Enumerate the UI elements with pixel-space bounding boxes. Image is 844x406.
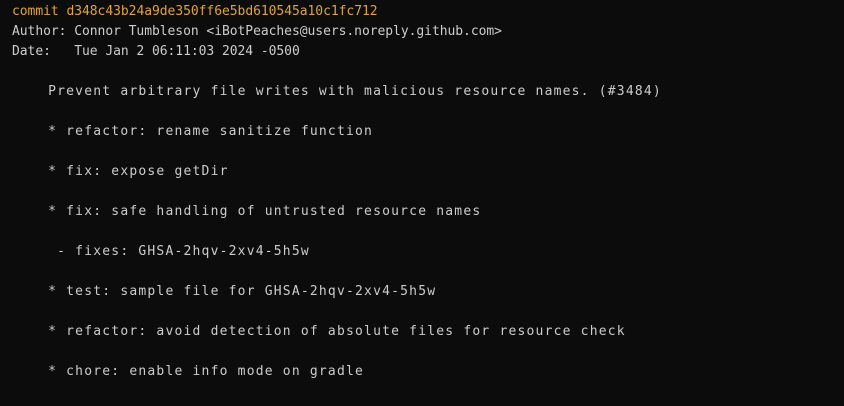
commit-line: commit d348c43b24a9de350ff6e5bd610545a10… bbox=[12, 2, 378, 22]
message-line: * test: sample file for GHSA-2hqv-2xv4-5… bbox=[12, 284, 437, 299]
message-line: * refactor: rename sanitize function bbox=[12, 124, 374, 139]
message-line: * fix: expose getDir bbox=[12, 164, 229, 179]
commit-hash: d348c43b24a9de350ff6e5bd610545a10c1fc712 bbox=[66, 4, 378, 19]
message-line: - fixes: GHSA-2hqv-2xv4-5h5w bbox=[12, 244, 310, 259]
message-line: * fix: safe handling of untrusted resour… bbox=[12, 204, 482, 219]
message-line: * chore: enable info mode on gradle bbox=[12, 364, 365, 379]
commit-message-title: Prevent arbitrary file writes with malic… bbox=[12, 84, 662, 99]
commit-label: commit bbox=[12, 4, 59, 19]
author-line: Author: Connor Tumbleson <iBotPeaches@us… bbox=[12, 24, 502, 39]
date-line: Date: Tue Jan 2 06:11:03 2024 -0500 bbox=[12, 44, 300, 59]
message-line: * refactor: avoid detection of absolute … bbox=[12, 324, 626, 339]
